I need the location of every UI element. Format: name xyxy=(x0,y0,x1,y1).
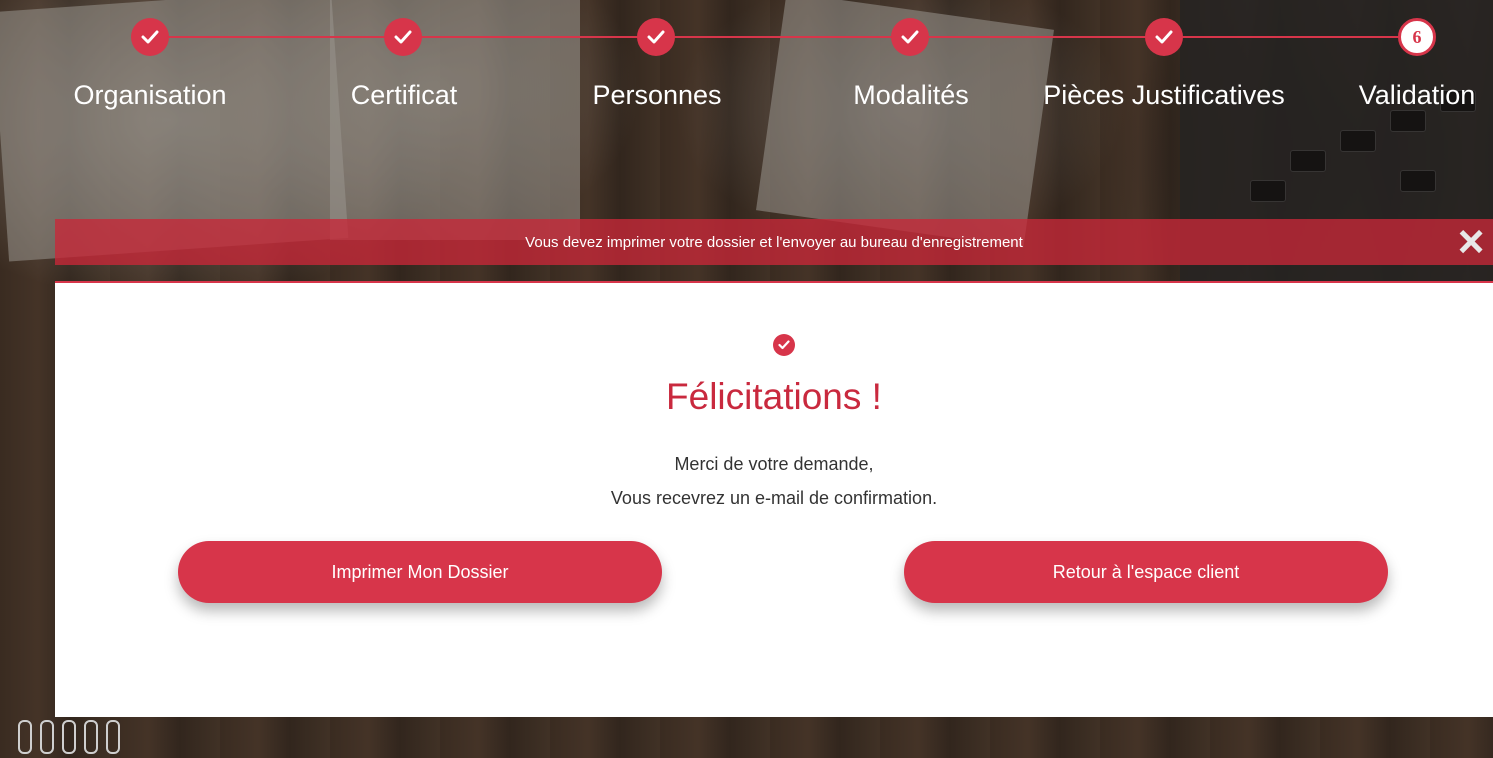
check-icon xyxy=(141,30,159,44)
check-icon xyxy=(394,30,412,44)
notebook-ring xyxy=(84,720,98,754)
progress-stepper: Organisation Certificat Personnes Modali… xyxy=(0,0,1493,120)
confirmation-message-line1: Merci de votre demande, xyxy=(674,454,874,474)
alert-banner: Vous devez imprimer votre dossier et l'e… xyxy=(55,218,1493,265)
check-icon xyxy=(647,30,665,44)
check-circle-icon xyxy=(773,334,795,356)
print-dossier-button[interactable]: Imprimer Mon Dossier xyxy=(178,541,662,603)
back-to-client-area-button[interactable]: Retour à l'espace client xyxy=(904,541,1388,603)
close-icon[interactable]: × xyxy=(1451,218,1491,264)
step-label-modalites: Modalités xyxy=(853,80,969,110)
notebook-ring xyxy=(62,720,76,754)
step-label-pieces-justificatives: Pièces Justificatives xyxy=(1043,80,1285,110)
alert-message: Vous devez imprimer votre dossier et l'e… xyxy=(525,233,1023,251)
step-label-certificat: Certificat xyxy=(350,80,458,110)
check-icon xyxy=(1155,30,1173,44)
check-icon xyxy=(901,30,919,44)
step-organisation-check xyxy=(131,18,169,56)
stepper-line xyxy=(150,36,1414,38)
step-validation-number: 6 xyxy=(1398,18,1436,56)
check-icon xyxy=(778,340,790,350)
notebook-ring xyxy=(40,720,54,754)
step-label-organisation: Organisation xyxy=(73,80,227,110)
confirmation-card: Félicitations ! Merci de votre demande, … xyxy=(55,281,1493,717)
step-label-personnes: Personnes xyxy=(592,80,722,110)
step-personnes-check xyxy=(637,18,675,56)
confirmation-message-line2: Vous recevrez un e-mail de confirmation. xyxy=(610,488,938,508)
step-modalites-check xyxy=(891,18,929,56)
notebook-ring xyxy=(106,720,120,754)
step-certificat-check xyxy=(384,18,422,56)
step-pieces-check xyxy=(1145,18,1183,56)
confirmation-title: Félicitations ! xyxy=(666,376,882,417)
notebook-ring xyxy=(18,720,32,754)
step-label-validation: Validation xyxy=(1358,80,1476,110)
